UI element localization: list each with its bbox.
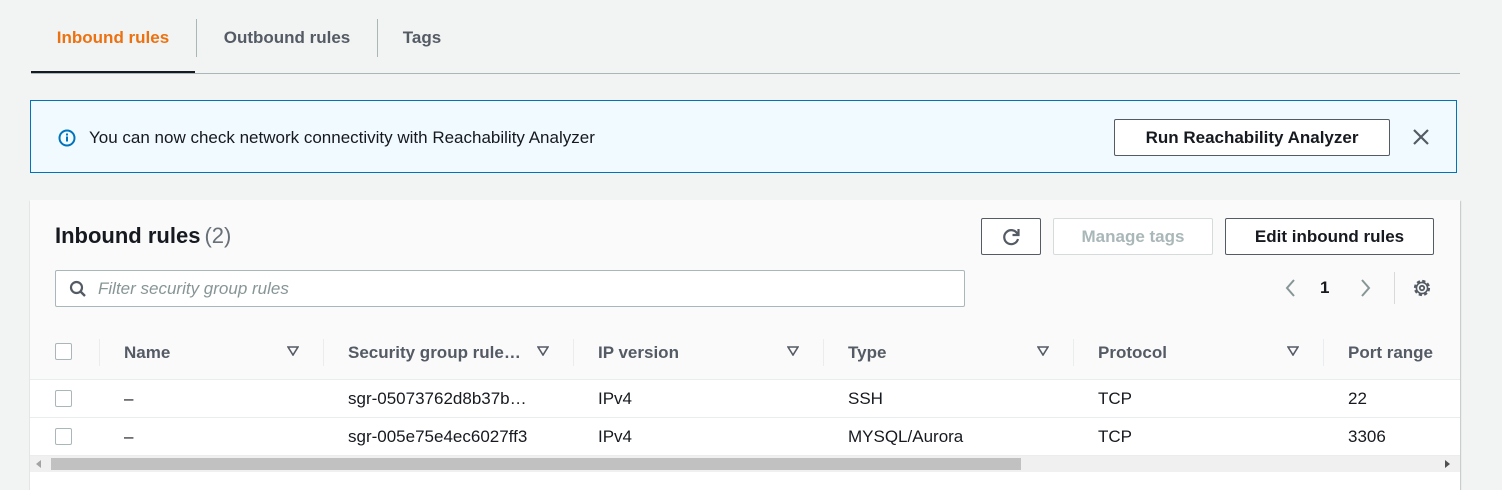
current-page[interactable]: 1 — [1320, 278, 1329, 298]
panel-title: Inbound rules (2) — [55, 223, 231, 249]
manage-tags-button[interactable]: Manage tags — [1053, 218, 1213, 255]
button-label: Run Reachability Analyzer — [1145, 127, 1359, 147]
column-header-rule-id[interactable]: Security group rule… — [348, 326, 521, 379]
scroll-left-arrow-icon[interactable] — [36, 460, 41, 468]
cell-name: – — [124, 426, 134, 446]
column-label: Port range — [1348, 342, 1434, 362]
column-divider — [823, 339, 824, 366]
refresh-icon — [1003, 228, 1020, 245]
column-header-port-range[interactable]: Port range — [1348, 326, 1433, 379]
column-divider — [99, 339, 100, 366]
table-row[interactable]: – sgr-005e75e4ec6027ff3 IPv4 MYSQL/Auror… — [30, 418, 1460, 456]
caret-down-icon[interactable] — [1287, 346, 1299, 356]
cell-port-range: 3306 — [1348, 426, 1386, 446]
panel-title-text: Inbound rules — [55, 223, 201, 248]
tab-inbound-rules[interactable]: Inbound rules — [31, 0, 195, 75]
tab-label: Outbound rules — [223, 27, 351, 47]
tab-label: Tags — [402, 27, 442, 47]
button-label: Edit inbound rules — [1254, 226, 1405, 246]
select-all-checkbox[interactable] — [55, 343, 72, 360]
run-reachability-analyzer-button[interactable]: Run Reachability Analyzer — [1114, 119, 1390, 156]
column-header-protocol[interactable]: Protocol — [1098, 326, 1167, 379]
column-divider — [323, 339, 324, 366]
flash-message: You can now check network connectivity w… — [89, 128, 595, 147]
cell-type: SSH — [848, 388, 883, 408]
refresh-button[interactable] — [981, 218, 1041, 255]
cell-ip-version: IPv4 — [598, 388, 633, 408]
row-checkbox[interactable] — [55, 428, 72, 445]
column-label: Type — [848, 342, 887, 362]
caret-down-icon[interactable] — [1037, 346, 1049, 356]
column-divider — [573, 339, 574, 366]
info-icon — [58, 129, 76, 147]
horizontal-scrollbar[interactable] — [30, 456, 1460, 472]
tab-tags[interactable]: Tags — [378, 0, 466, 75]
cell-rule-id[interactable]: sgr-005e75e4ec6027ff3 — [348, 418, 527, 455]
cell-protocol: TCP — [1098, 426, 1132, 446]
column-label: Protocol — [1098, 342, 1167, 362]
gear-icon[interactable] — [1411, 277, 1433, 299]
column-label: IP version — [598, 342, 679, 362]
cell-type: MYSQL/Aurora — [848, 426, 964, 446]
table-header: Name Security group rule… IP version Typ… — [30, 326, 1460, 380]
edit-inbound-rules-button[interactable]: Edit inbound rules — [1225, 218, 1434, 255]
cell-name: – — [124, 388, 134, 408]
scroll-right-arrow-icon[interactable] — [1445, 460, 1450, 468]
filter-input[interactable] — [98, 271, 948, 306]
scrollbar-thumb[interactable] — [51, 458, 1021, 470]
column-header-type[interactable]: Type — [848, 326, 886, 379]
button-label: Manage tags — [1081, 226, 1185, 246]
panel-header: Inbound rules (2) Manage tags Edit inboun… — [30, 200, 1460, 327]
tab-label: Inbound rules — [56, 27, 170, 47]
cell-port-range: 22 — [1348, 388, 1367, 408]
inbound-rules-panel: Inbound rules (2) Manage tags Edit inboun… — [30, 200, 1460, 490]
column-divider — [1323, 339, 1324, 366]
close-icon[interactable] — [1411, 127, 1431, 147]
tab-baseline — [31, 73, 1460, 74]
row-checkbox[interactable] — [55, 390, 72, 407]
cell-rule-id[interactable]: sgr-05073762d8b37b… — [348, 380, 527, 417]
info-flashbar: You can now check network connectivity w… — [30, 100, 1457, 173]
pager-divider — [1394, 272, 1395, 304]
chevron-right-icon[interactable] — [1356, 277, 1374, 299]
chevron-left-icon[interactable] — [1282, 277, 1300, 299]
tab-outbound-rules[interactable]: Outbound rules — [197, 0, 377, 75]
filter-field[interactable] — [55, 270, 965, 307]
column-divider — [1073, 339, 1074, 366]
cell-protocol: TCP — [1098, 388, 1132, 408]
table-row[interactable]: – sgr-05073762d8b37b… IPv4 SSH TCP 22 — [30, 380, 1460, 418]
tab-bar: Inbound rules Outbound rules Tags — [31, 0, 1460, 75]
column-label: Name — [124, 342, 171, 362]
caret-down-icon[interactable] — [287, 346, 299, 356]
column-header-ip-version[interactable]: IP version — [598, 326, 679, 379]
column-header-name[interactable]: Name — [124, 326, 170, 379]
caret-down-icon[interactable] — [787, 346, 799, 356]
caret-down-icon[interactable] — [537, 346, 549, 356]
column-label: Security group rule… — [348, 342, 521, 362]
cell-ip-version: IPv4 — [598, 426, 633, 446]
rule-count: (2) — [204, 223, 232, 248]
search-icon — [69, 280, 86, 297]
